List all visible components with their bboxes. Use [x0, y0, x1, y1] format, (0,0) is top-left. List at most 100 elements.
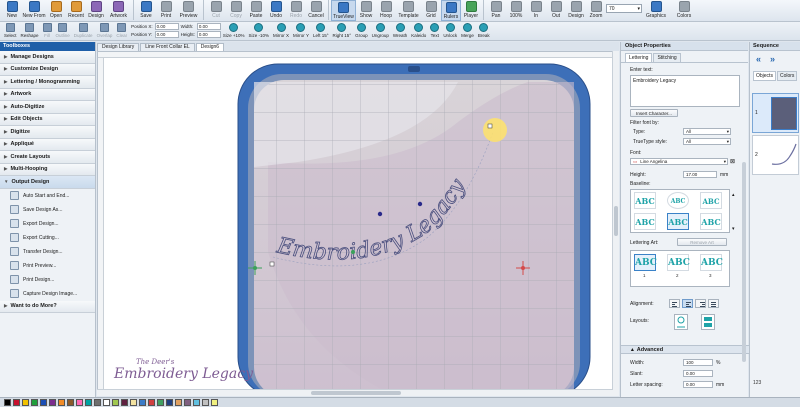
toolbar-button-design[interactable]: Design: [86, 0, 106, 21]
tab-lettering[interactable]: Lettering: [625, 53, 653, 62]
thread-color-swatch[interactable]: [175, 399, 182, 406]
thread-color-swatch[interactable]: [112, 399, 119, 406]
toolbox-item[interactable]: Export Cutting...: [0, 231, 95, 245]
lettering-text-input[interactable]: Embroidery Legacy: [630, 75, 740, 107]
toolbar-button-recent[interactable]: Recent: [66, 0, 86, 21]
toolbox-item[interactable]: Save Design As...: [0, 203, 95, 217]
lettering-art-option-1[interactable]: ABC: [634, 254, 657, 271]
thread-color-swatch[interactable]: [211, 399, 218, 406]
tab-colors[interactable]: Colors: [776, 71, 798, 81]
document-tab[interactable]: Design6: [195, 43, 225, 51]
toolbar-button-colors[interactable]: Colors: [670, 0, 698, 21]
sequence-item[interactable]: 1: [752, 93, 799, 133]
thread-color-swatch[interactable]: [4, 399, 11, 406]
baseline-curve-option[interactable]: ABC: [667, 213, 689, 230]
toolbar-button-in[interactable]: In: [526, 0, 546, 21]
align-center-button[interactable]: [682, 299, 693, 308]
toolbar-button-print[interactable]: Print: [156, 0, 176, 21]
thread-color-swatch[interactable]: [202, 399, 209, 406]
toolbox-section-want-more[interactable]: ▶ Want to do More?: [0, 300, 95, 313]
thread-color-swatch[interactable]: [184, 399, 191, 406]
toolbar-button-rulers[interactable]: Rulers: [441, 0, 461, 21]
toolbar-button-zoom[interactable]: Zoom: [586, 0, 606, 21]
toolbar-button-redo[interactable]: Redo: [286, 0, 306, 21]
thread-color-swatch[interactable]: [157, 399, 164, 406]
toolbar-button-cut[interactable]: Cut: [206, 0, 226, 21]
remove-art-button[interactable]: Remove Art: [677, 238, 727, 246]
toolbox-item[interactable]: Print Preview...: [0, 259, 95, 273]
toolbox-section-artwork[interactable]: ▶ Artwork: [0, 88, 95, 101]
tool-outline-button[interactable]: Outline: [54, 22, 72, 40]
canvas-horizontal-scrollbar[interactable]: [97, 389, 613, 396]
transform-kaleido-button[interactable]: Kaleido: [409, 22, 428, 40]
layout-option-2[interactable]: [701, 314, 715, 330]
advanced-section-header[interactable]: ▴ Advanced: [621, 345, 749, 354]
transform-group-button[interactable]: Group: [353, 22, 370, 40]
toolbar-button-design[interactable]: Design: [566, 0, 586, 21]
toolbox-item[interactable]: Capture Design Image...: [0, 287, 95, 301]
toolbox-item[interactable]: Auto Start and End...: [0, 189, 95, 203]
properties-scrollbar[interactable]: [742, 162, 746, 362]
transform-mirror-x-button[interactable]: Mirror X: [271, 22, 291, 40]
toolbar-button-100-[interactable]: 100%: [506, 0, 526, 21]
thread-color-swatch[interactable]: [166, 399, 173, 406]
toolbox-section-manage-designs[interactable]: ▶ Manage Designs: [0, 51, 95, 64]
document-tab[interactable]: Line Front Collar EL: [140, 43, 195, 51]
height-input[interactable]: 0.00: [196, 31, 221, 38]
baseline-wave-option[interactable]: ABC: [700, 213, 722, 230]
transform-unlock-button[interactable]: Unlock: [441, 22, 459, 40]
control-point[interactable]: [417, 201, 423, 207]
thread-color-swatch[interactable]: [31, 399, 38, 406]
toolbar-button-undo[interactable]: Undo: [266, 0, 286, 21]
position-x-input[interactable]: 0.00: [154, 23, 179, 30]
toolbar-button-trueview[interactable]: TrueView: [331, 0, 356, 21]
toolbox-section-auto-digitize[interactable]: ▶ Auto-Digitize: [0, 101, 95, 114]
transform-wreath-button[interactable]: Wreath: [391, 22, 409, 40]
toolbar-button-copy[interactable]: Copy: [226, 0, 246, 21]
rotate-handle[interactable]: [483, 118, 507, 142]
toolbar-button-paste[interactable]: Paste: [246, 0, 266, 21]
letter-spacing-input[interactable]: 0.00: [683, 381, 713, 388]
toolbox-item[interactable]: Transfer Design...: [0, 245, 95, 259]
align-justify-button[interactable]: [708, 299, 719, 308]
toolbox-section-lettering-monogramming[interactable]: ▶ Lettering / Monogramming: [0, 76, 95, 89]
toolbar-button-show[interactable]: Show: [356, 0, 376, 21]
document-tab[interactable]: Design Library: [97, 43, 140, 51]
toolbox-item[interactable]: Print Design...: [0, 273, 95, 287]
type-select[interactable]: All ▾: [683, 128, 731, 135]
toolbar-button-pan[interactable]: Pan: [486, 0, 506, 21]
thread-color-swatch[interactable]: [85, 399, 92, 406]
thread-color-swatch[interactable]: [94, 399, 101, 406]
toolbar-button-new[interactable]: New: [2, 0, 22, 21]
toolbox-section-appliqu-[interactable]: ▶ Appliqué: [0, 138, 95, 151]
transform-merge-button[interactable]: Merge: [459, 22, 476, 40]
toolbox-section-output-design[interactable]: ▼ Output Design: [0, 176, 95, 189]
toolbar-button-player[interactable]: Player: [461, 0, 481, 21]
tab-stitching[interactable]: Stitching: [653, 53, 681, 62]
toolbar-button-grid[interactable]: Grid: [421, 0, 441, 21]
font-settings-icon[interactable]: ⊠: [730, 158, 735, 165]
thread-color-swatch[interactable]: [103, 399, 110, 406]
baseline-arch-option[interactable]: ABC: [700, 192, 722, 209]
zoom-level-select[interactable]: 70 ▾: [606, 4, 642, 13]
insert-character-button[interactable]: Insert Character...: [630, 109, 678, 117]
width-input[interactable]: 100: [683, 359, 713, 366]
toolbar-button-graphics[interactable]: Graphics: [642, 0, 670, 21]
toolbar-button-new-from[interactable]: New From: [22, 0, 46, 21]
toolbox-section-multi-hooping[interactable]: ▶ Multi-Hooping: [0, 163, 95, 176]
height-input[interactable]: 17.00: [683, 171, 717, 178]
toolbar-button-cancel[interactable]: Cancel: [306, 0, 326, 21]
baseline-straight-option[interactable]: ABC: [634, 192, 656, 209]
gallery-scroll-up-icon[interactable]: ▴: [732, 192, 735, 198]
toolbox-item[interactable]: Export Design...: [0, 217, 95, 231]
canvas-vertical-scrollbar[interactable]: [612, 51, 619, 396]
tool-clear-button[interactable]: Clear: [114, 22, 129, 40]
transform-mirror-y-button[interactable]: Mirror Y: [291, 22, 311, 40]
toolbox-section-digitize[interactable]: ▶ Digitize: [0, 126, 95, 139]
thread-color-swatch[interactable]: [13, 399, 20, 406]
slant-input[interactable]: 0.00: [683, 370, 713, 377]
toolbar-button-open[interactable]: Open: [46, 0, 66, 21]
thread-color-swatch[interactable]: [139, 399, 146, 406]
toolbar-button-hoop[interactable]: Hoop: [376, 0, 396, 21]
lettering-art-option-2[interactable]: ABC: [667, 254, 690, 271]
